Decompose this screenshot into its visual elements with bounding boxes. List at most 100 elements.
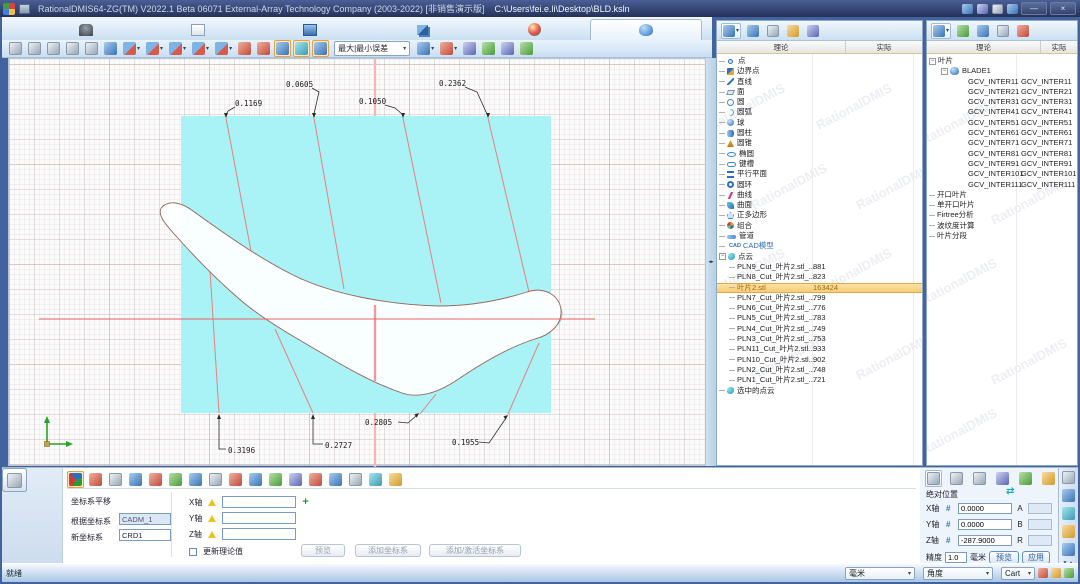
blade-section-row[interactable]: GCV_INTER81 GCV_INTER81 (927, 149, 1077, 159)
offset-cs-icon[interactable] (227, 471, 244, 488)
column-actual[interactable]: 实际 (846, 41, 922, 53)
axis-value-input[interactable] (958, 535, 1012, 546)
blade-section-row[interactable]: GCV_INTER11 GCV_INTER11 (927, 77, 1077, 87)
base-cs-input[interactable] (119, 513, 171, 525)
cad-model-row[interactable]: CAD CAD模型 (717, 241, 922, 251)
axis-value-input[interactable] (958, 519, 1012, 530)
collapse-icon[interactable]: − (929, 58, 936, 65)
feature-type-row[interactable]: 圆柱 (717, 128, 922, 138)
angle-tab-icon[interactable] (948, 470, 965, 487)
pointcloud-row[interactable]: PLN7_Cut_叶片2.stl_... 799 (717, 293, 922, 303)
blade-section-row[interactable]: GCV_INTER71 GCV_INTER71 (927, 138, 1077, 148)
pointcloud-row[interactable]: PLN1_Cut_叶片2.stl_... 721 (717, 375, 922, 385)
column-theory[interactable]: 理论 (927, 41, 1041, 53)
blade-section-row[interactable]: GCV_INTER51 GCV_INTER51 (927, 118, 1077, 128)
pointcloud-row[interactable]: PLN3_Cut_叶片2.stl_... 753 (717, 334, 922, 344)
fixture-cs-icon[interactable] (287, 471, 304, 488)
error-mode-dropdown[interactable]: 最大|最小误差 ▾ (334, 41, 410, 56)
capture-view-icon[interactable]: ▾ (83, 40, 100, 57)
tab-features[interactable] (366, 19, 478, 40)
translate-cs-icon[interactable] (67, 471, 84, 488)
layout-toggle-icon[interactable] (962, 4, 973, 14)
feature-type-row[interactable]: 圆锥 (717, 138, 922, 148)
bestfit-cs-icon[interactable] (127, 471, 144, 488)
curve-points-icon[interactable]: ▾ (293, 40, 310, 57)
mirror-cs-icon[interactable] (107, 471, 124, 488)
update-theory-checkbox[interactable] (189, 548, 197, 556)
vector-tab-icon[interactable] (971, 470, 988, 487)
pointcloud-row[interactable]: PLN6_Cut_叶片2.stl_... 776 (717, 303, 922, 313)
blade-section-row[interactable]: GCV_INTER41 GCV_INTER41 (927, 107, 1077, 117)
report-print-icon[interactable]: ▾ (461, 40, 478, 57)
error-map-icon[interactable]: ▾ (415, 40, 436, 57)
measure-point-icon[interactable]: ▾ (121, 40, 142, 57)
blade-analysis-row[interactable]: 单开口叶片 (927, 200, 1077, 210)
iterate-cs-icon[interactable] (307, 471, 324, 488)
grid-tool-icon[interactable]: ▾ (805, 23, 821, 39)
home-tab-icon[interactable] (1040, 470, 1057, 487)
measure-plane-icon[interactable]: ▾ (190, 40, 211, 57)
view-orientation-icon[interactable]: ▾ (64, 40, 81, 57)
column-theory[interactable]: 理论 (717, 41, 846, 53)
measure-line-icon[interactable]: ▾ (144, 40, 165, 57)
blade-analysis-row[interactable]: Firtree分析 (927, 210, 1077, 220)
sphere-tool-icon[interactable]: ▾ (745, 23, 761, 39)
coordinate-mode-dropdown[interactable]: Cart▾ (1001, 567, 1035, 580)
vector-tool-icon[interactable]: ▾ (1015, 23, 1031, 39)
window-layout-icon[interactable] (977, 4, 988, 14)
measure-circle-icon[interactable]: ▾ (167, 40, 188, 57)
save-cs-icon[interactable] (247, 471, 264, 488)
feature-type-row[interactable]: 面 (717, 87, 922, 97)
blade-side-icon[interactable] (1062, 489, 1075, 502)
feature-type-row[interactable]: 管道 (717, 231, 922, 241)
report-send-icon[interactable]: ▾ (499, 40, 516, 57)
feature-type-row[interactable]: 正多边形 (717, 210, 922, 220)
features-tab-icon[interactable]: ▾ (721, 23, 741, 39)
blade-item-row[interactable]: − BLADE1 (927, 66, 1077, 76)
probe-head-icon[interactable]: ▾ (45, 40, 62, 57)
blade-section-row[interactable]: GCV_INTER111 GCV_INTER111 (927, 180, 1077, 190)
feature-type-row[interactable]: 圆 (717, 97, 922, 107)
search-side-icon[interactable] (1062, 507, 1075, 520)
rotation-value-input[interactable] (1028, 503, 1052, 514)
machine-cs-icon[interactable] (347, 471, 364, 488)
minimize-button[interactable]: — (1021, 2, 1047, 15)
pointcloud-group-row[interactable]: − 点云 (717, 252, 922, 262)
pointcloud-row[interactable]: PLN2_Cut_叶片2.stl_... 748 (717, 365, 922, 375)
caliper-side-icon[interactable] (1062, 471, 1075, 484)
theme-icon[interactable] (1007, 4, 1018, 14)
model-cs-icon[interactable] (267, 471, 284, 488)
collapse-icon[interactable]: − (719, 253, 726, 260)
pointcloud-row[interactable]: PLN4_Cut_叶片2.stl_... 749 (717, 324, 922, 334)
joystick-tab-icon[interactable] (994, 470, 1011, 487)
report-export-icon[interactable]: ▾ (438, 40, 459, 57)
pointcloud-row[interactable]: PLN5_Cut_叶片2.stl_... 783 (717, 313, 922, 323)
measure-cylinder-icon[interactable]: ▾ (213, 40, 234, 57)
output-button[interactable] (2, 468, 27, 492)
feature-type-row[interactable]: 点 (717, 56, 922, 66)
rotation-value-input[interactable] (1028, 519, 1052, 530)
blade-section-row[interactable]: GCV_INTER91 GCV_INTER91 (927, 159, 1077, 169)
import-cs-icon[interactable] (367, 471, 384, 488)
add-activate-cs-button[interactable]: 添加/激活坐标系 (429, 544, 521, 557)
probe-add-tab-icon[interactable] (1017, 470, 1034, 487)
add-cs-button[interactable]: 添加坐标系 (355, 544, 421, 557)
matrix-cs-icon[interactable] (207, 471, 224, 488)
machine-status-icon[interactable] (1064, 568, 1074, 578)
precision-input[interactable] (945, 552, 967, 563)
surface-points-icon[interactable]: ▾ (274, 40, 291, 57)
ribbon-style-icon[interactable] (992, 4, 1003, 14)
tab-display[interactable] (254, 19, 366, 40)
new-cs-input[interactable] (119, 529, 171, 541)
blade-section-row[interactable]: GCV_INTER31 GCV_INTER31 (927, 97, 1077, 107)
apply-button[interactable]: 应用 (1022, 551, 1050, 564)
feature-type-row[interactable]: 圆环 (717, 180, 922, 190)
plane-line-point-cs-icon[interactable] (167, 471, 184, 488)
rotation-value-input[interactable] (1028, 535, 1052, 546)
angle-dropdown[interactable]: 角度▾ (923, 567, 993, 580)
tab-evaluate[interactable] (478, 19, 590, 40)
feature-type-row[interactable]: 曲线 (717, 190, 922, 200)
feature-type-row[interactable]: 直线 (717, 77, 922, 87)
pointcloud-row[interactable]: PLN10_Cut_叶片2.stl... 902 (717, 355, 922, 365)
blade-root-row[interactable]: − 叶片 (927, 56, 1077, 66)
